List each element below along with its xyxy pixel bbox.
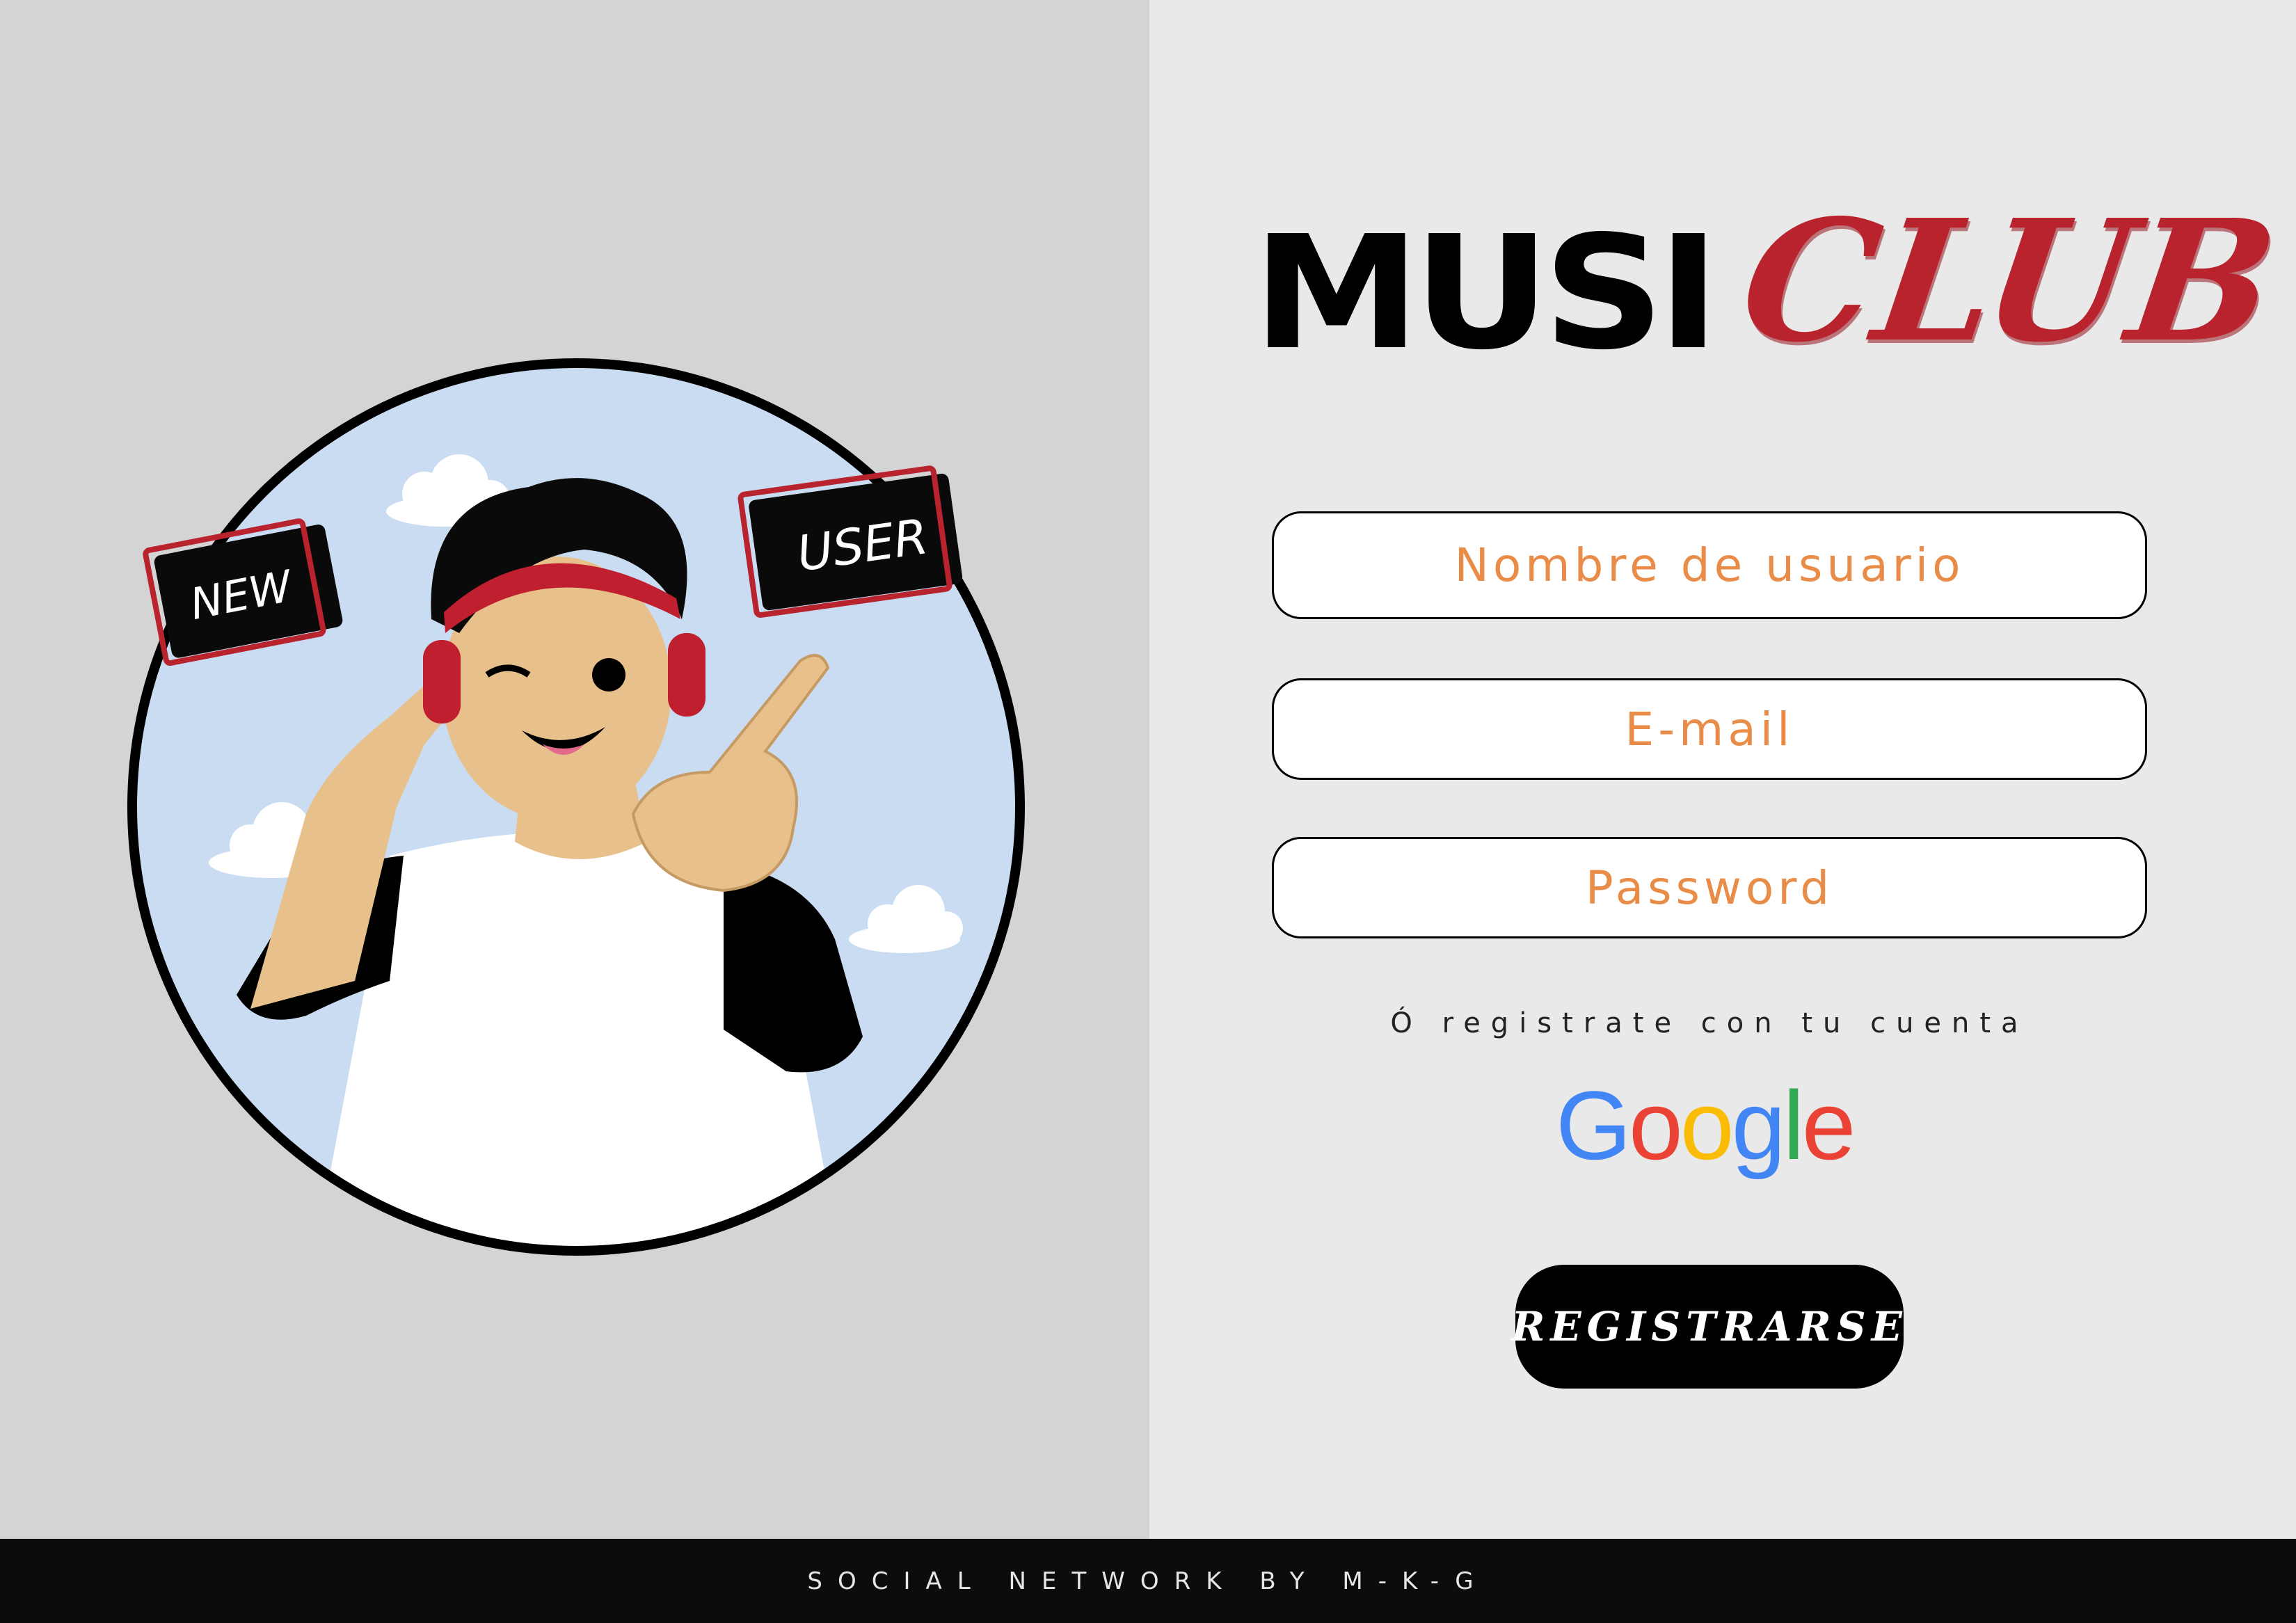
footer-text: SOCIAL NETWORK BY M-K-G: [807, 1567, 1489, 1595]
open-eye: [592, 658, 625, 691]
headphone-right-icon: [668, 633, 705, 717]
left-panel: NEW USER: [0, 0, 1149, 1539]
google-letter: g: [1731, 1071, 1786, 1180]
username-input[interactable]: Nombre de usuario: [1272, 511, 2147, 619]
alt-signup-text: Ó registrate con tu cuenta: [1390, 1007, 2029, 1039]
musiclub-logo: MUSI CLUB: [1252, 183, 2287, 397]
new-user-illustration: NEW USER: [127, 358, 1025, 1256]
logo-club-text: CLUB: [1731, 183, 2287, 379]
email-placeholder: E-mail: [1625, 702, 1794, 756]
google-letter: l: [1783, 1071, 1805, 1180]
google-signin-button[interactable]: Google: [1556, 1077, 1856, 1174]
google-letter: o: [1680, 1071, 1735, 1180]
google-letter: o: [1628, 1071, 1683, 1180]
headphone-left-icon: [423, 640, 461, 723]
register-button[interactable]: REGISTRARSE: [1511, 1265, 1904, 1389]
google-letter: G: [1556, 1071, 1632, 1180]
email-input[interactable]: E-mail: [1272, 678, 2147, 780]
password-placeholder: Password: [1585, 861, 1834, 915]
google-letter: e: [1801, 1071, 1856, 1180]
register-label: REGISTRARSE: [1511, 1303, 1908, 1350]
username-placeholder: Nombre de usuario: [1454, 538, 1965, 592]
logo-musi-text: MUSI: [1252, 202, 1720, 385]
password-input[interactable]: Password: [1272, 837, 2147, 938]
footer-bar: SOCIAL NETWORK BY M-K-G: [0, 1539, 2296, 1623]
user-badge: USER: [738, 465, 963, 618]
